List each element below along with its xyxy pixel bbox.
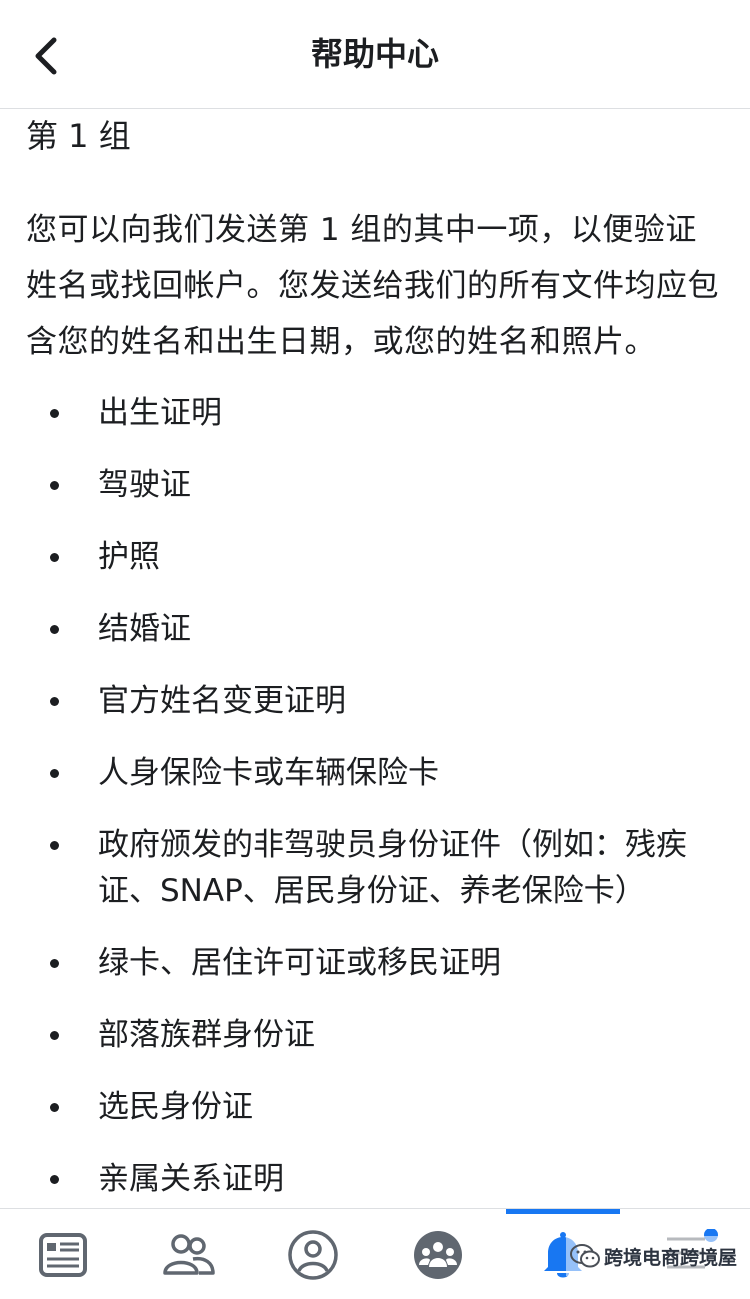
list-item: 官方姓名变更证明 <box>26 678 726 724</box>
list-item-text: 绿卡、居住许可证或移民证明 <box>98 945 501 981</box>
news-feed-icon <box>39 1233 87 1277</box>
help-article: 第 1 组 您可以向我们发送第 1 组的其中一项，以便验证姓名或找回帐户。您发送… <box>26 108 726 1228</box>
friends-icon <box>163 1234 215 1275</box>
bullet-icon <box>50 959 59 968</box>
list-item-text: 政府颁发的非驾驶员身份证件（例如：残疾证、SNAP、居民身份证、养老保险卡） <box>98 827 687 909</box>
intro-paragraph: 您可以向我们发送第 1 组的其中一项，以便验证姓名或找回帐户。您发送给我们的所有… <box>26 212 719 360</box>
list-item-text: 部落族群身份证 <box>98 1017 315 1053</box>
bullet-icon <box>50 1175 59 1184</box>
bullet-icon <box>50 625 59 634</box>
app-header: 帮助中心 <box>0 0 750 109</box>
watermark: 跨境电商跨境屋 <box>566 1236 742 1276</box>
list-item-text: 出生证明 <box>98 395 222 431</box>
list-item: 结婚证 <box>26 606 726 652</box>
list-item: 政府颁发的非驾驶员身份证件（例如：残疾证、SNAP、居民身份证、养老保险卡） <box>26 822 726 914</box>
list-item: 人身保险卡或车辆保险卡 <box>26 750 726 796</box>
bullet-icon <box>50 769 59 778</box>
document-list: 出生证明 驾驶证 护照 结婚证 官方姓名变更证明 人身保险卡或车辆保险卡 政府颁… <box>26 390 726 1202</box>
bullet-icon <box>50 841 59 850</box>
list-item-text: 驾驶证 <box>98 467 191 503</box>
list-item-text: 选民身份证 <box>98 1089 253 1125</box>
wechat-icon <box>570 1244 600 1268</box>
list-item: 绿卡、居住许可证或移民证明 <box>26 940 726 986</box>
tab-news-feed[interactable] <box>0 1209 125 1299</box>
bullet-icon <box>50 409 59 418</box>
list-item: 亲属关系证明 <box>26 1156 726 1202</box>
list-item: 护照 <box>26 534 726 580</box>
list-item-text: 官方姓名变更证明 <box>98 683 346 719</box>
profile-icon <box>288 1230 338 1280</box>
watermark-text: 跨境电商跨境屋 <box>604 1246 738 1269</box>
bullet-icon <box>50 697 59 706</box>
groups-icon <box>414 1231 462 1279</box>
bullet-icon <box>50 553 59 562</box>
section-title: 第 1 组 <box>26 117 131 155</box>
list-item-text: 亲属关系证明 <box>98 1161 284 1197</box>
list-item-text: 人身保险卡或车辆保险卡 <box>98 755 439 791</box>
tab-friends[interactable] <box>125 1209 250 1299</box>
list-item-text: 结婚证 <box>98 611 191 647</box>
bullet-icon <box>50 481 59 490</box>
tab-groups[interactable] <box>375 1209 500 1299</box>
page-title: 帮助中心 <box>310 35 439 73</box>
list-item: 部落族群身份证 <box>26 1012 726 1058</box>
list-item-text: 护照 <box>98 539 160 575</box>
list-item: 驾驶证 <box>26 462 726 508</box>
tab-profile[interactable] <box>250 1209 375 1299</box>
list-item: 出生证明 <box>26 390 726 436</box>
bullet-icon <box>50 1031 59 1040</box>
bullet-icon <box>50 1103 59 1112</box>
list-item: 选民身份证 <box>26 1084 726 1130</box>
